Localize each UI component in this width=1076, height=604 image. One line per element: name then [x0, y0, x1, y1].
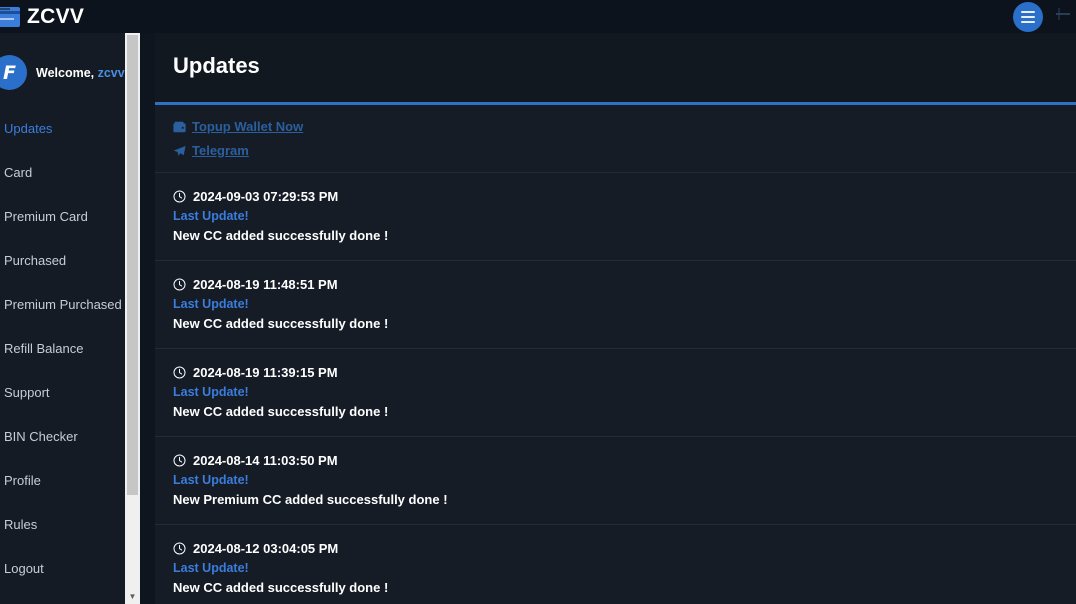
quick-links-card: Topup Wallet Now Telegram: [155, 105, 1076, 173]
sidebar-item-support[interactable]: Support: [0, 376, 140, 409]
clock-icon: [173, 278, 186, 291]
update-message: New CC added successfully done !: [173, 316, 389, 331]
sidebar-item-card[interactable]: Card: [0, 156, 140, 189]
page-title: Updates: [173, 53, 260, 78]
sidebar-scrollbar-thumb[interactable]: [127, 35, 138, 495]
update-date: 2024-08-19 11:48:51 PM: [193, 277, 338, 292]
link-row-topup[interactable]: Topup Wallet Now: [173, 119, 1076, 134]
avatar-glyph: F: [3, 61, 16, 84]
update-message: New CC added successfully done !: [173, 580, 389, 595]
welcome-text: Welcome, zcvv: [36, 66, 125, 80]
sidebar-item-bin-checker[interactable]: BIN Checker: [0, 420, 140, 453]
sidebar-item-logout[interactable]: Logout: [0, 552, 140, 585]
wallet-icon: [173, 121, 186, 133]
brand-name: ZCVV: [27, 4, 85, 28]
user-welcome-block: F Welcome, zcvv: [0, 33, 140, 90]
sidebar-item-refill-balance[interactable]: Refill Balance: [0, 332, 140, 365]
clock-icon: [173, 366, 186, 379]
update-label: Last Update!: [173, 561, 249, 575]
top-navbar: ZCVV: [0, 0, 1076, 33]
sidebar-nav-list: Updates Card Premium Card Purchased Prem…: [0, 112, 140, 585]
update-label: Last Update!: [173, 473, 249, 487]
avatar[interactable]: F: [0, 55, 27, 90]
telegram-paper-plane-icon: [173, 145, 186, 157]
clock-icon: [173, 190, 186, 203]
update-label: Last Update!: [173, 297, 249, 311]
update-label: Last Update!: [173, 209, 249, 223]
sidebar-scrollbar[interactable]: ▼: [125, 33, 140, 604]
update-date-row: 2024-08-19 11:48:51 PM: [173, 277, 1076, 292]
link-row-telegram[interactable]: Telegram: [173, 143, 1076, 158]
topup-wallet-link[interactable]: Topup Wallet Now: [192, 119, 303, 134]
update-message: New CC added successfully done !: [173, 228, 389, 243]
update-item: 2024-08-19 11:39:15 PM Last Update! New …: [155, 349, 1076, 437]
navbar-overflow-glyph: [1054, 0, 1076, 33]
sidebar-item-rules[interactable]: Rules: [0, 508, 140, 541]
update-date: 2024-08-14 11:03:50 PM: [193, 453, 338, 468]
sidebar-item-profile[interactable]: Profile: [0, 464, 140, 497]
update-label: Last Update!: [173, 385, 249, 399]
main-content: Updates Topup Wallet Now Telegram 2024-0…: [155, 33, 1076, 604]
welcome-prefix: Welcome,: [36, 65, 95, 80]
update-item: 2024-08-14 11:03:50 PM Last Update! New …: [155, 437, 1076, 525]
navbar-right-group: [1013, 0, 1076, 33]
update-message: New CC added successfully done !: [173, 404, 389, 419]
update-date-row: 2024-08-14 11:03:50 PM: [173, 453, 1076, 468]
update-message: New Premium CC added successfully done !: [173, 492, 448, 507]
update-date-row: 2024-08-19 11:39:15 PM: [173, 365, 1076, 380]
id-card-icon: [0, 6, 20, 28]
update-item: 2024-08-12 03:04:05 PM Last Update! New …: [155, 525, 1076, 604]
clock-icon: [173, 542, 186, 555]
update-date: 2024-09-03 07:29:53 PM: [193, 189, 339, 204]
update-item: 2024-08-19 11:48:51 PM Last Update! New …: [155, 261, 1076, 349]
scrollbar-down-arrow-icon[interactable]: ▼: [125, 589, 140, 604]
update-item: 2024-09-03 07:29:53 PM Last Update! New …: [155, 173, 1076, 261]
sidebar-item-purchased[interactable]: Purchased: [0, 244, 140, 277]
hamburger-menu-icon[interactable]: [1013, 1, 1043, 32]
welcome-username: zcvv: [97, 65, 125, 80]
sidebar-item-premium-purchased[interactable]: Premium Purchased: [0, 288, 140, 321]
sidebar-item-premium-card[interactable]: Premium Card: [0, 200, 140, 233]
update-date-row: 2024-08-12 03:04:05 PM: [173, 541, 1076, 556]
clock-icon: [173, 454, 186, 467]
sidebar: F Welcome, zcvv Updates Card Premium Car…: [0, 33, 140, 604]
sidebar-item-updates[interactable]: Updates: [0, 112, 140, 145]
update-date: 2024-08-19 11:39:15 PM: [193, 365, 338, 380]
update-date-row: 2024-09-03 07:29:53 PM: [173, 189, 1076, 204]
update-date: 2024-08-12 03:04:05 PM: [193, 541, 339, 556]
brand-logo[interactable]: ZCVV: [0, 5, 84, 29]
telegram-link[interactable]: Telegram: [192, 143, 249, 158]
